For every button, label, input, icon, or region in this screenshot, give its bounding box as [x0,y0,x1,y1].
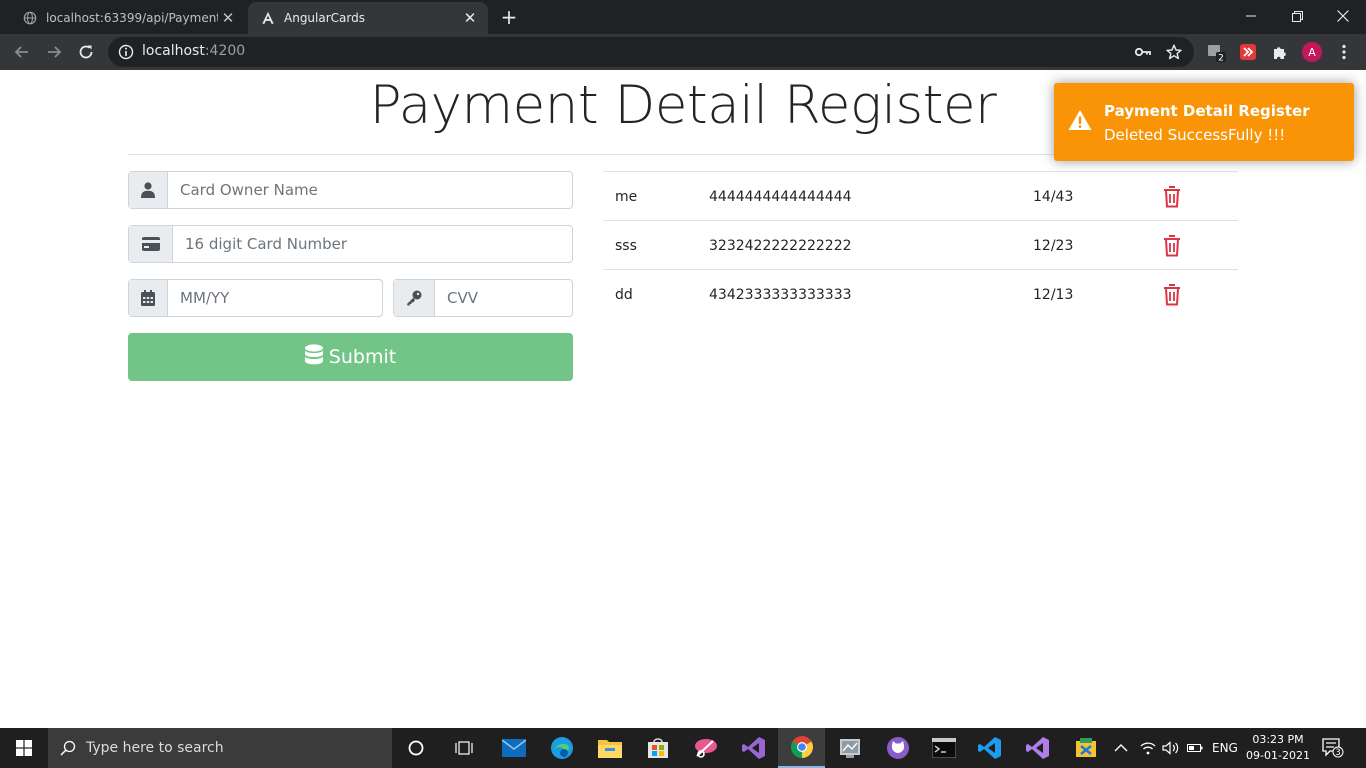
windows-taskbar: Type here to search ENG 03:23 PM 09-01-2… [0,728,1366,768]
expiry-cell: 12/23 [1033,237,1074,254]
search-placeholder: Type here to search [86,740,224,756]
github-desktop-icon[interactable] [874,728,921,768]
notification-count: 3 [1335,748,1340,758]
toast-message: Deleted SuccessFully !!! [1104,126,1286,144]
close-tab-icon[interactable]: ✕ [218,8,238,28]
terminal-icon[interactable] [920,728,967,768]
red-extension-icon[interactable] [1238,42,1258,62]
show-hidden-icons-icon[interactable] [1114,728,1128,768]
owner-cell: me [615,188,638,205]
page-content: Payment Detail Register Submit [0,70,1366,728]
owner-name-input[interactable] [168,172,572,208]
tab-api-payment-detail[interactable]: localhost:63399/api/PaymentDetail ✕ [10,2,246,34]
tab-title: localhost:63399/api/PaymentDetail [46,11,218,25]
url-text: localhost:4200 [142,43,245,59]
angular-icon [260,10,276,26]
store-icon[interactable] [634,728,681,768]
credit-card-icon [129,226,173,262]
owner-cell: sss [615,237,637,254]
restore-button[interactable] [1274,0,1320,32]
back-button[interactable] [9,39,35,65]
visual-studio-2-icon[interactable] [1014,728,1061,768]
mail-icon[interactable] [490,728,537,768]
menu-kebab-icon[interactable] [1334,42,1354,62]
edge-icon[interactable] [538,728,585,768]
extension-badge-count: 2 [1218,54,1224,63]
chrome-icon[interactable] [778,728,825,768]
bookmark-star-icon[interactable] [1166,44,1182,64]
toast-title: Payment Detail Register [1104,102,1310,120]
clock-time: 03:23 PM [1252,733,1304,746]
search-icon [60,740,76,756]
browser-toolbar: localhost:4200 2 A [0,34,1366,70]
owner-name-group [128,171,573,209]
card-number-cell: 4444444444444444 [709,188,852,205]
wifi-icon[interactable] [1140,728,1156,768]
card-number-cell: 4342333333333333 [709,286,852,303]
clock-date: 09-01-2021 [1246,749,1310,762]
extensions-puzzle-icon[interactable] [1270,42,1290,62]
toolbox-icon[interactable] [1062,728,1109,768]
table-row[interactable]: sss 3232422222222222 12/23 [603,220,1238,269]
new-tab-button[interactable]: + [498,6,520,28]
key-icon [394,280,435,316]
close-window-button[interactable] [1320,0,1366,32]
url-host: localhost [142,43,205,59]
file-explorer-icon[interactable] [586,728,633,768]
warning-toast[interactable]: Payment Detail Register Deleted SuccessF… [1054,83,1354,161]
cortana-icon[interactable] [392,728,439,768]
profile-avatar[interactable]: A [1302,42,1322,62]
table-row[interactable]: dd 4342333333333333 12/13 [603,269,1238,318]
close-tab-icon[interactable]: ✕ [460,8,480,28]
cvv-input[interactable] [435,280,572,316]
submit-label: Submit [328,346,397,368]
windows-start-icon[interactable] [0,728,48,768]
forward-button[interactable] [41,39,67,65]
taskbar-clock[interactable]: 03:23 PM 09-01-2021 [1244,732,1312,764]
expiry-cell: 14/43 [1033,188,1074,205]
volume-icon[interactable] [1162,728,1180,768]
minimize-button[interactable] [1228,0,1274,32]
trash-icon[interactable] [1161,172,1183,221]
table-row[interactable]: me 4444444444444444 14/43 [603,171,1238,220]
input-language[interactable]: ENG [1212,728,1238,768]
url-port: :4200 [204,43,246,59]
warning-icon [1068,109,1092,135]
card-number-group [128,225,573,263]
extension-badge-icon[interactable]: 2 [1206,42,1226,62]
globe-icon [22,10,38,26]
snip-sketch-icon[interactable] [682,728,729,768]
taskbar-search-box[interactable]: Type here to search [48,728,392,768]
trash-icon[interactable] [1161,270,1183,319]
task-view-icon[interactable] [440,728,487,768]
user-icon [129,172,168,208]
payment-records-table: me 4444444444444444 14/43 sss 3232422222… [603,171,1238,318]
info-icon[interactable] [118,44,134,64]
cvv-group [393,279,573,317]
vscode-icon[interactable] [966,728,1013,768]
card-number-cell: 3232422222222222 [709,237,852,254]
owner-cell: dd [615,286,633,303]
browser-tab-strip: localhost:63399/api/PaymentDetail ✕ Angu… [0,0,1366,34]
trash-icon[interactable] [1161,221,1183,270]
calendar-icon [129,280,168,316]
tab-title: AngularCards [284,11,365,25]
expiry-input[interactable] [168,280,382,316]
card-number-input[interactable] [173,226,572,262]
visual-studio-icon[interactable] [730,728,777,768]
reload-button[interactable] [73,39,99,65]
submit-button[interactable]: Submit [128,333,573,381]
expiry-cell: 12/13 [1033,286,1074,303]
database-icon [304,343,323,371]
notification-center-icon[interactable]: 3 [1322,738,1344,762]
battery-icon[interactable] [1187,728,1203,768]
sql-management-icon[interactable] [826,728,873,768]
tab-angular-cards[interactable]: AngularCards ✕ [248,2,488,34]
key-icon[interactable] [1134,44,1152,64]
address-bar[interactable]: localhost:4200 [108,37,1194,67]
expiry-group [128,279,383,317]
